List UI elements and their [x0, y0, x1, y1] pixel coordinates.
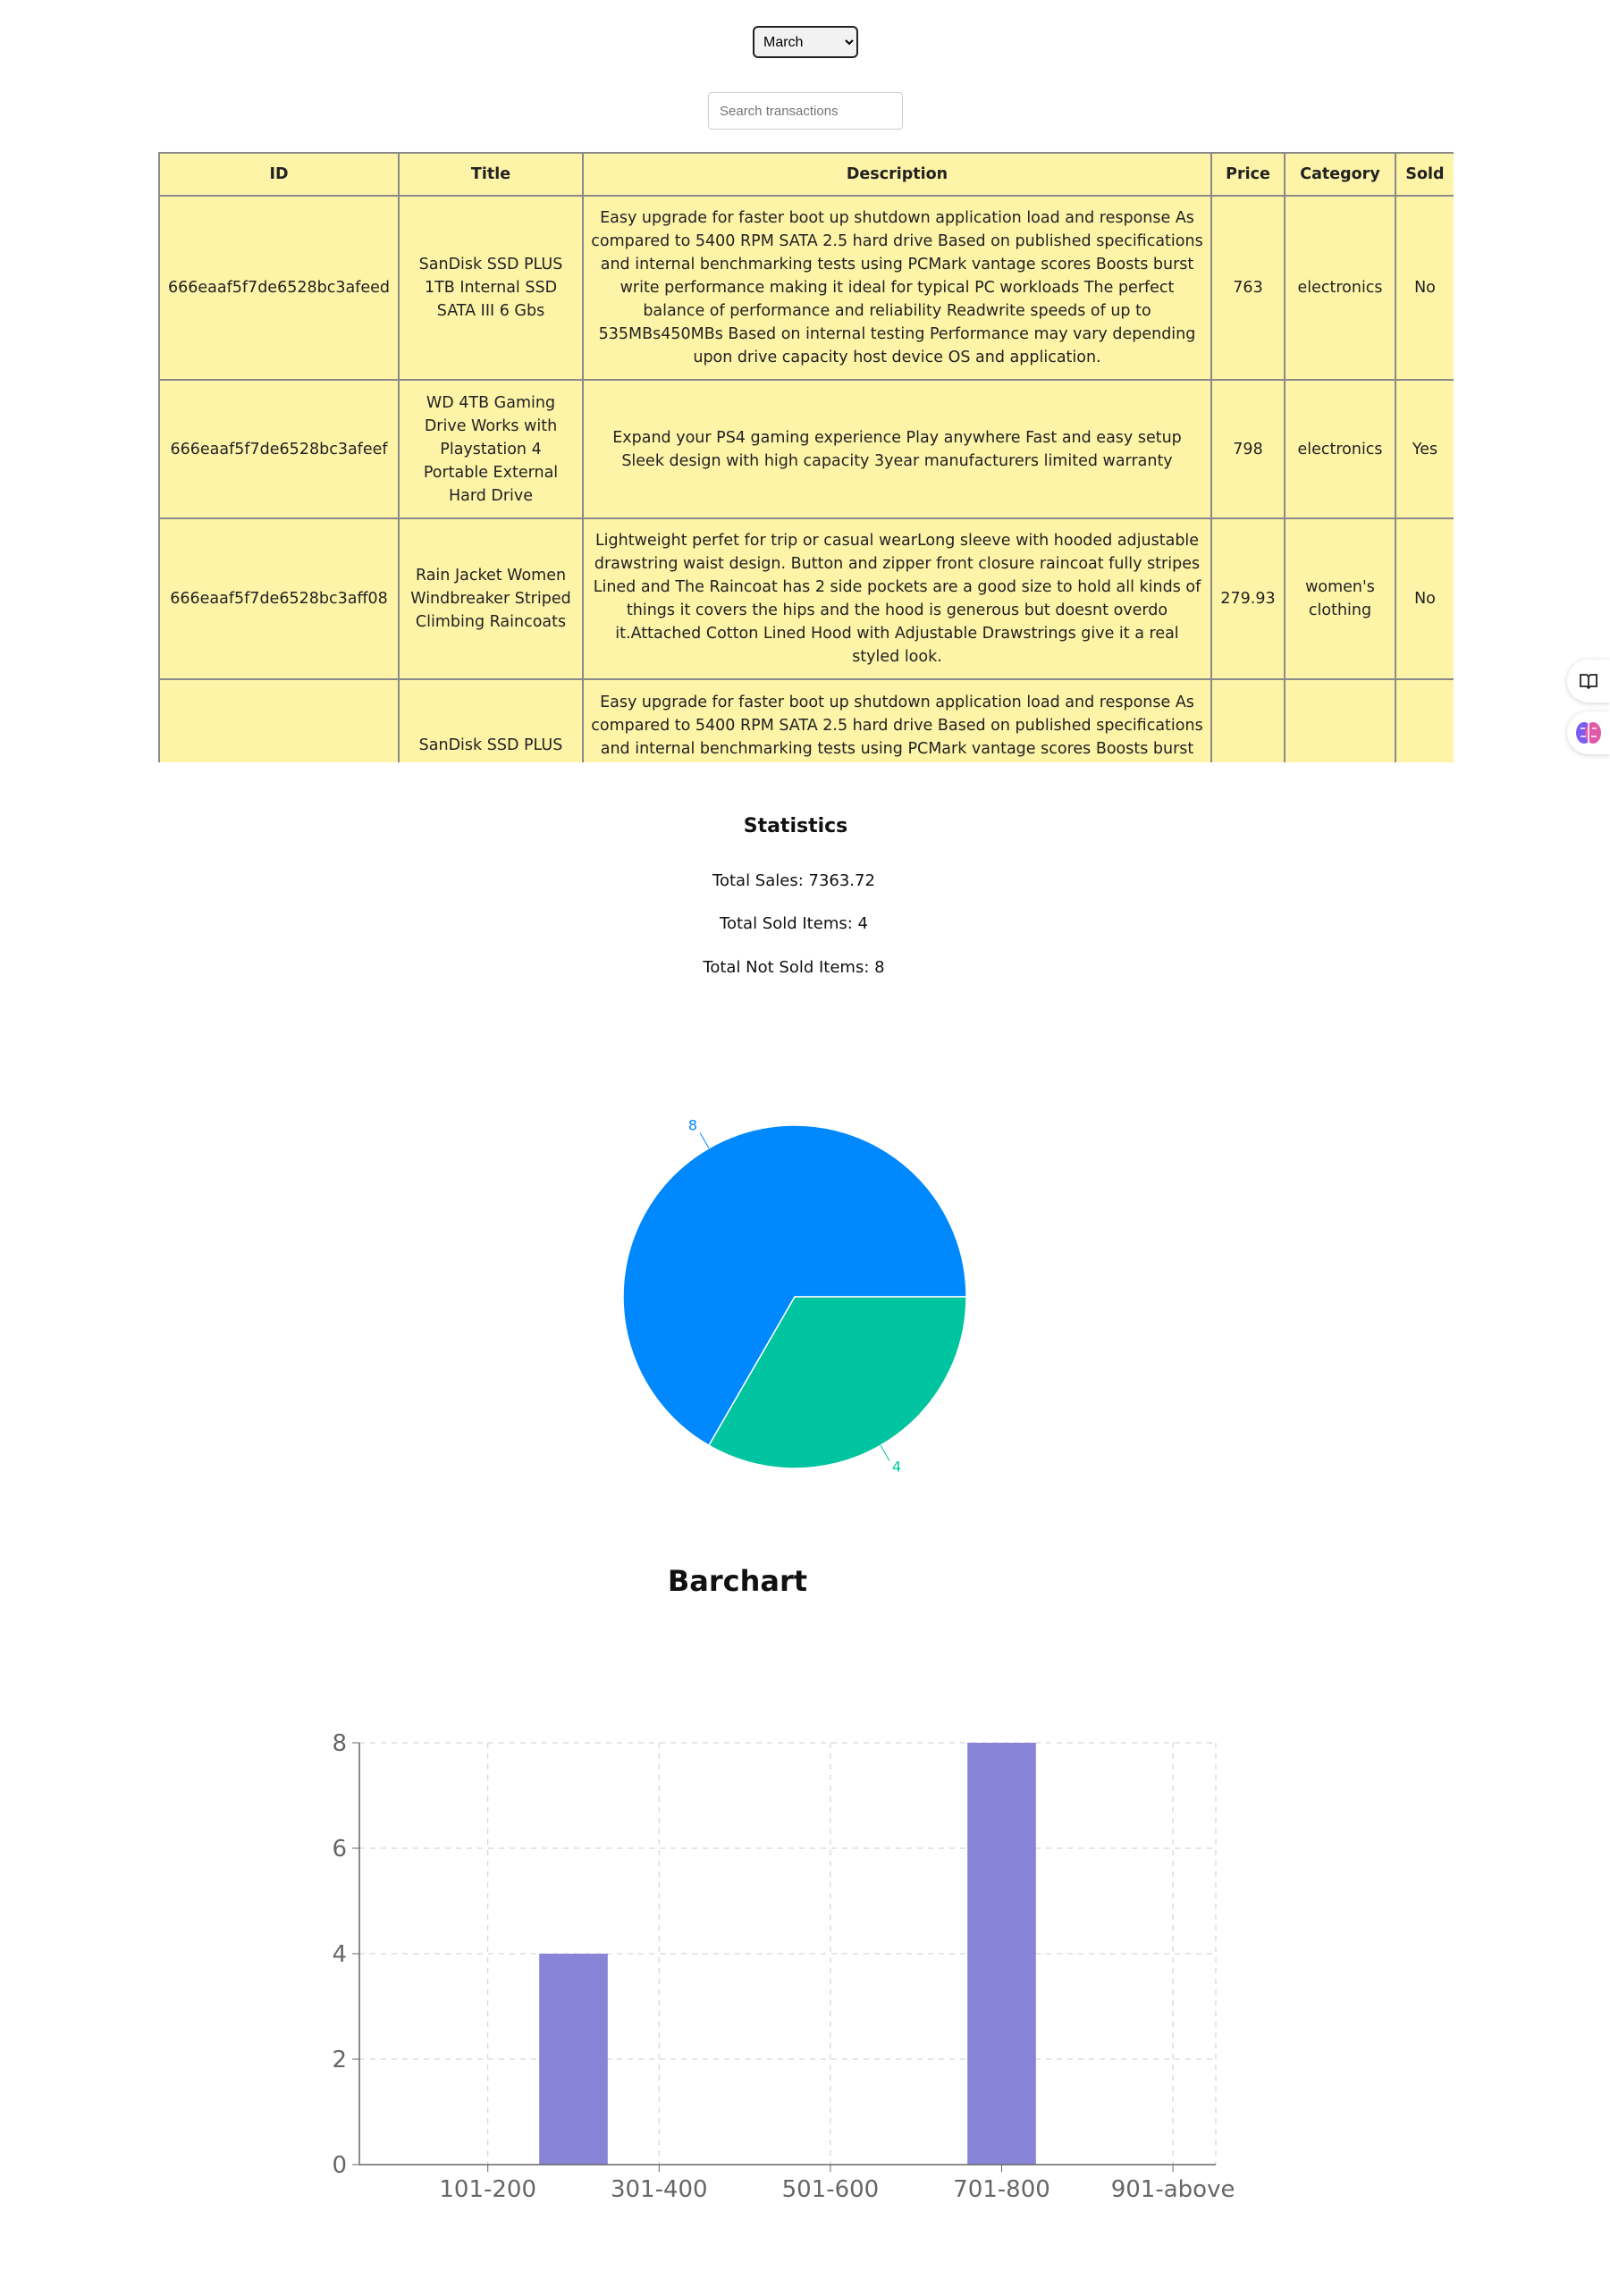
- y-tick-label: 6: [332, 1836, 347, 1863]
- cell-sold: Yes: [1395, 379, 1454, 519]
- x-tick-label: 301-400: [611, 2176, 708, 2203]
- bar-chart: 0 2 4 6 8 101-200 301-400 501-600 701-800 901-abo…: [332, 1730, 1234, 2203]
- x-tick-label: 701-800: [953, 2176, 1050, 2203]
- y-tick-label: 4: [332, 1941, 347, 1968]
- bar-201-300: [539, 1954, 608, 2165]
- reader-button[interactable]: [1567, 660, 1610, 702]
- cell-title: SanDisk SSD PLUS 1TB Internal SSD SATA I…: [398, 195, 584, 381]
- cell-price: 279.93: [1210, 517, 1285, 680]
- total-not-sold-items: Total Not Sold Items: 8: [703, 958, 885, 977]
- statistics-title: Statistics: [743, 815, 848, 837]
- cell-title: WD 4TB Gaming Drive Works with Playstati…: [398, 379, 584, 519]
- pie-slice-label: 4: [892, 1459, 901, 1476]
- barchart-title: Barchart: [667, 1564, 808, 1598]
- cell-category: electronics: [1284, 195, 1396, 381]
- column-header-sold: Sold: [1395, 152, 1454, 197]
- table-row: 666eaaf5f7de6528bc3afeed SanDisk SSD PLU…: [158, 195, 1454, 381]
- y-tick-label: 2: [332, 2047, 347, 2073]
- cell-description: Lightweight perfet for trip or casual we…: [582, 517, 1212, 680]
- pie-label-line: [699, 1132, 710, 1148]
- table-row: 666eaaf5f7de6528bc3afeef WD 4TB Gaming D…: [158, 379, 1454, 519]
- y-tick-label: 8: [332, 1730, 347, 1757]
- table-row: SanDisk SSD PLUS Easy upgrade for faster…: [158, 678, 1454, 762]
- bar-701-800: [967, 1743, 1036, 2165]
- ai-assistant-button[interactable]: [1567, 711, 1610, 754]
- month-select[interactable]: March: [753, 26, 858, 58]
- pie-slice-label: 8: [688, 1116, 697, 1133]
- cell-id: 666eaaf5f7de6528bc3aff08: [158, 517, 400, 680]
- search-input[interactable]: [708, 92, 903, 130]
- cell-id: 666eaaf5f7de6528bc3afeef: [158, 379, 400, 519]
- pie-chart: 84: [622, 1116, 967, 1476]
- y-tick-label: 0: [332, 2152, 347, 2179]
- cell-price: 763: [1210, 195, 1285, 381]
- brain-icon: [1576, 722, 1601, 744]
- pie-label-line: [880, 1445, 890, 1461]
- x-tick-label: 901-above: [1111, 2176, 1234, 2203]
- x-tick-label: 501-600: [782, 2176, 880, 2203]
- total-sales: Total Sales: 7363.72: [712, 871, 875, 890]
- cell-sold: No: [1395, 517, 1454, 680]
- transactions-table: ID Title Description Price Category Sold…: [158, 152, 1454, 762]
- cell-title: SanDisk SSD PLUS: [398, 678, 584, 762]
- column-header-title: Title: [398, 152, 584, 197]
- cell-description: Easy upgrade for faster boot up shutdown…: [582, 678, 1212, 762]
- cell-sold: No: [1395, 195, 1454, 381]
- x-tick-label: 101-200: [439, 2176, 536, 2203]
- cell-price: 798: [1210, 379, 1285, 519]
- transactions-table-container[interactable]: ID Title Description Price Category Sold…: [158, 152, 1454, 762]
- column-header-description: Description: [582, 152, 1212, 197]
- cell-category: electronics: [1284, 379, 1396, 519]
- column-header-price: Price: [1210, 152, 1285, 197]
- book-icon: [1580, 674, 1597, 690]
- cell-category: women's clothing: [1284, 517, 1396, 680]
- table-header-row: ID Title Description Price Category Sold: [158, 152, 1454, 197]
- cell-description: Expand your PS4 gaming experience Play a…: [582, 379, 1212, 519]
- cell-description: Easy upgrade for faster boot up shutdown…: [582, 195, 1212, 381]
- column-header-category: Category: [1284, 152, 1396, 197]
- cell-price: [1210, 678, 1285, 762]
- cell-id: [158, 678, 400, 762]
- cell-id: 666eaaf5f7de6528bc3afeed: [158, 195, 400, 381]
- cell-title: Rain Jacket Women Windbreaker Striped Cl…: [398, 517, 584, 680]
- table-row: 666eaaf5f7de6528bc3aff08 Rain Jacket Wom…: [158, 517, 1454, 680]
- total-sold-items: Total Sold Items: 4: [720, 914, 868, 933]
- column-header-id: ID: [158, 152, 400, 197]
- cell-sold: [1395, 678, 1454, 762]
- cell-category: [1284, 678, 1396, 762]
